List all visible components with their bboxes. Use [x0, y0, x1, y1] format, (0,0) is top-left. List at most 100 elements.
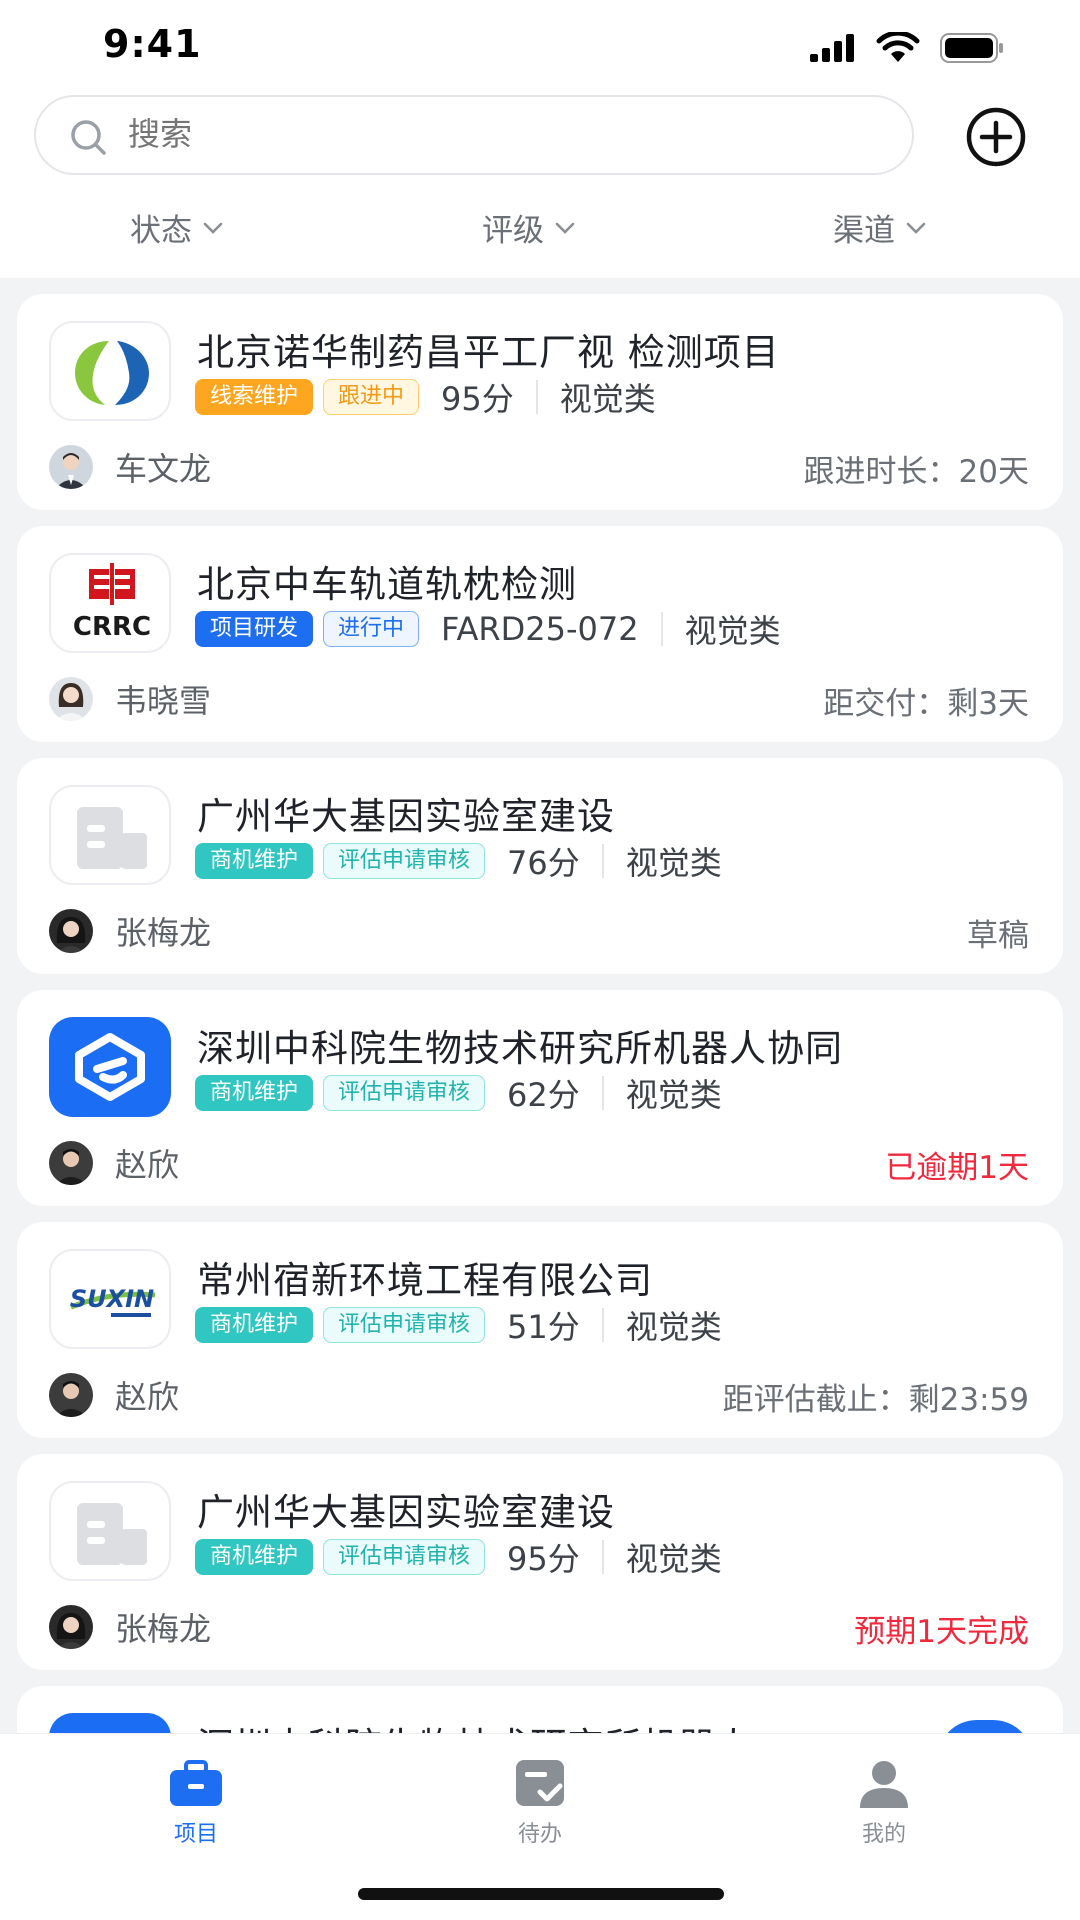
briefcase-icon [170, 1760, 222, 1806]
card-owner: 车文龙 [49, 444, 211, 490]
project-card[interactable]: CRRC 北京中车轨道轨枕检测 项目研发 进行中 FARD25-072 视觉类 … [17, 526, 1063, 742]
building-placeholder-icon [49, 785, 171, 885]
card-code: FARD25-072 [441, 610, 639, 648]
card-right-info: 距评估截止：剩23:59 [722, 1382, 1029, 1418]
divider [601, 1308, 604, 1342]
novartis-logo [49, 321, 171, 421]
card-right-info: 距交付：剩3天 [823, 686, 1029, 722]
filter-channel[interactable]: 渠道 [833, 205, 929, 250]
card-meta: 商机维护 评估申请审核 76分 视觉类 [195, 841, 722, 882]
card-right-info: 草稿 [967, 918, 1029, 954]
filter-rating[interactable]: 评级 [482, 205, 578, 250]
card-owner: 张梅龙 [49, 1604, 211, 1650]
search-box[interactable] [34, 95, 914, 175]
card-type: 视觉类 [625, 1308, 722, 1346]
wifi-icon [876, 32, 920, 62]
divider [660, 612, 663, 646]
card-title: 广州华大基因实验室建设 [197, 795, 615, 838]
card-type: 视觉类 [625, 1076, 722, 1114]
chevron-down-icon [203, 222, 223, 234]
avatar [49, 1141, 93, 1185]
chevron-down-icon [555, 222, 575, 234]
card-title: 广州华大基因实验室建设 [197, 1491, 615, 1534]
card-owner: 赵欣 [49, 1140, 179, 1186]
card-score: 95分 [441, 380, 514, 418]
card-type: 视觉类 [684, 612, 781, 650]
status-tag: 评估申请审核 [323, 843, 486, 879]
card-score: 76分 [507, 844, 580, 882]
card-type: 视觉类 [559, 380, 656, 418]
card-type: 视觉类 [625, 844, 722, 882]
stage-tag: 线索维护 [195, 379, 314, 415]
tab-todo[interactable]: 待办 [480, 1758, 600, 1848]
owner-name: 张梅龙 [115, 914, 212, 952]
status-tag: 评估申请审核 [323, 1075, 486, 1111]
owner-name: 张梅龙 [115, 1610, 212, 1648]
filter-label: 渠道 [833, 213, 895, 249]
card-score: 95分 [507, 1540, 580, 1578]
stage-tag: 商机维护 [195, 1539, 314, 1575]
card-meta: 商机维护 评估申请审核 51分 视觉类 [195, 1305, 722, 1346]
user-icon [860, 1761, 908, 1808]
status-tag: 评估申请审核 [323, 1307, 486, 1343]
card-title: 北京诺华制药昌平工厂视 检测项目 [197, 331, 780, 374]
avatar [49, 445, 93, 489]
card-title: 北京中车轨道轨枕检测 [197, 563, 577, 606]
stage-tag: 商机维护 [195, 843, 314, 879]
tab-projects[interactable]: 项目 [136, 1758, 256, 1848]
tab-label: 项目 [173, 1822, 218, 1847]
svg-text:SUXIN: SUXIN [70, 1285, 154, 1313]
tab-mine[interactable]: 我的 [824, 1758, 944, 1848]
avatar [49, 909, 93, 953]
search-input[interactable] [128, 115, 828, 153]
stage-tag: 商机维护 [195, 1075, 314, 1111]
card-owner: 张梅龙 [49, 908, 211, 954]
card-score: 51分 [507, 1308, 580, 1346]
stage-tag: 项目研发 [195, 611, 314, 647]
avatar [49, 1605, 93, 1649]
card-right-info: 跟进时长：20天 [803, 454, 1029, 490]
status-tag: 评估申请审核 [323, 1539, 486, 1575]
add-button[interactable] [965, 106, 1027, 168]
stage-tag: 商机维护 [195, 1307, 314, 1343]
tab-label: 我的 [861, 1822, 906, 1847]
divider [535, 380, 538, 414]
divider [601, 1076, 604, 1110]
status-tag: 跟进中 [323, 379, 420, 415]
svg-text:CRRC: CRRC [73, 612, 151, 642]
card-type: 视觉类 [625, 1540, 722, 1578]
crrc-logo: CRRC [49, 553, 171, 653]
filter-status[interactable]: 状态 [130, 205, 226, 250]
owner-name: 赵欣 [115, 1378, 180, 1416]
filter-label: 状态 [130, 213, 192, 249]
project-card[interactable]: SUXIN 常州宿新环境工程有限公司 商机维护 评估申请审核 51分 视觉类 赵… [17, 1222, 1063, 1438]
card-meta: 商机维护 评估申请审核 95分 视觉类 [195, 1537, 722, 1578]
chevron-down-icon [906, 222, 926, 234]
card-owner: 赵欣 [49, 1372, 179, 1418]
signal-icon [810, 34, 854, 62]
divider [601, 1540, 604, 1574]
owner-name: 韦晓雪 [115, 682, 212, 720]
project-card[interactable]: 广州华大基因实验室建设 商机维护 评估申请审核 76分 视觉类 张梅龙 草稿 [17, 758, 1063, 974]
search-icon [71, 120, 106, 155]
project-card[interactable]: 广州华大基因实验室建设 商机维护 评估申请审核 95分 视觉类 张梅龙 预期1天… [17, 1454, 1063, 1670]
todo-icon [516, 1760, 564, 1806]
filter-bar: 状态 评级 渠道 [0, 205, 1080, 255]
card-meta: 商机维护 评估申请审核 62分 视觉类 [195, 1073, 722, 1114]
card-right-info: 已逾期1天 [885, 1150, 1029, 1186]
avatar [49, 1373, 93, 1417]
divider [601, 844, 604, 878]
suxin-logo: SUXIN [49, 1249, 171, 1349]
tab-label: 待办 [517, 1822, 562, 1847]
status-tag: 进行中 [323, 611, 420, 647]
filter-label: 评级 [482, 213, 544, 249]
status-bar: 9:41 [0, 0, 1080, 90]
card-title: 深圳中科院生物技术研究所机器人协同 [197, 1027, 843, 1070]
e-logo [49, 1017, 171, 1117]
building-placeholder-icon [49, 1481, 171, 1581]
owner-name: 车文龙 [115, 450, 212, 488]
status-time: 9:41 [103, 22, 202, 66]
card-right-info: 预期1天完成 [854, 1614, 1029, 1650]
project-card[interactable]: 北京诺华制药昌平工厂视 检测项目 线索维护 跟进中 95分 视觉类 车文龙 跟进… [17, 294, 1063, 510]
project-card[interactable]: 深圳中科院生物技术研究所机器人协同 商机维护 评估申请审核 62分 视觉类 赵欣… [17, 990, 1063, 1206]
